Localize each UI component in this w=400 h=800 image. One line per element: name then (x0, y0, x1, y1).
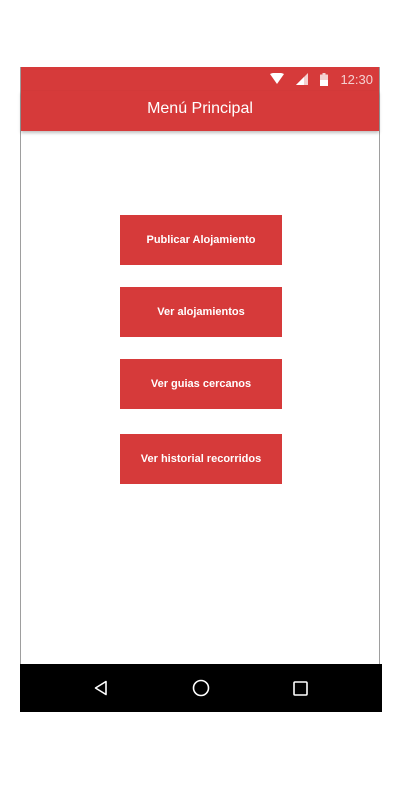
phone-screen: 12:30 Menú Principal Publicar Alojamient… (20, 67, 382, 712)
view-tour-history-button[interactable]: Ver historial recorridos (120, 434, 282, 484)
view-nearby-guides-button[interactable]: Ver guias cercanos (120, 359, 282, 409)
view-lodgings-button[interactable]: Ver alojamientos (120, 287, 282, 337)
wifi-icon (270, 73, 285, 85)
back-icon[interactable] (89, 676, 113, 700)
publish-lodging-button[interactable]: Publicar Alojamiento (120, 215, 282, 265)
navigation-bar (20, 664, 382, 712)
status-time: 12:30 (340, 71, 373, 87)
page-title: Menú Principal (147, 100, 253, 117)
menu-content: Publicar Alojamiento Ver alojamientos Ve… (21, 131, 379, 663)
signal-icon (296, 73, 309, 85)
battery-icon (320, 72, 329, 86)
home-icon[interactable] (189, 676, 213, 700)
status-bar: 12:30 (21, 67, 379, 91)
app-bar: Menú Principal (21, 91, 379, 131)
recents-icon[interactable] (288, 676, 312, 700)
status-icons: 12:30 (270, 71, 373, 87)
